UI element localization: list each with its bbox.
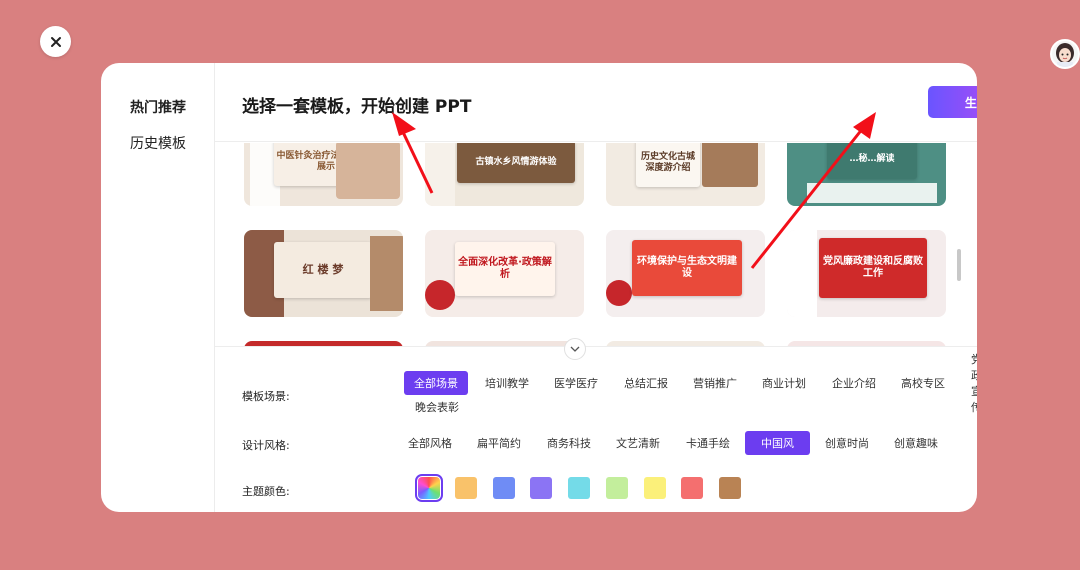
scene-chip[interactable]: 培训教学	[475, 371, 539, 395]
scene-chip[interactable]: 商业计划	[752, 371, 816, 395]
sidebar-item-label: 历史模板	[130, 136, 186, 152]
template-modal: 热门推荐 历史模板 选择一套模板，开始创建 PPT 生成PPT 中医针灸治疗法及…	[101, 63, 977, 512]
sidebar: 热门推荐 历史模板	[101, 63, 215, 512]
close-icon	[50, 36, 61, 47]
style-chip[interactable]: 商务科技	[537, 431, 601, 455]
template-caption: 全面深化改革·政策解析	[455, 242, 555, 296]
grid-scrollbar[interactable]	[957, 249, 961, 281]
template-caption: 古镇水乡风情游体验	[457, 143, 575, 183]
template-card[interactable]: 党风廉政建设和反腐败工作	[787, 230, 946, 317]
scene-chip[interactable]: 党政宣传	[961, 353, 977, 414]
avatar-icon	[1052, 41, 1078, 67]
template-card[interactable]: 环境保护与生态文明建设	[606, 230, 765, 317]
scene-chip[interactable]: 医学医疗	[544, 371, 608, 395]
color-swatch[interactable]	[530, 477, 552, 499]
template-caption: …秘…解读	[827, 143, 917, 179]
avatar[interactable]	[1050, 39, 1080, 69]
scene-chip[interactable]: 企业介绍	[822, 371, 886, 395]
scene-filter-label: 模板场景:	[242, 390, 290, 403]
color-swatch[interactable]	[719, 477, 741, 499]
sidebar-item-label: 热门推荐	[130, 100, 186, 116]
template-card[interactable]	[787, 341, 946, 346]
color-swatch[interactable]	[568, 477, 590, 499]
template-card[interactable]: 全面深化改革·政策解析	[425, 230, 584, 317]
style-chip[interactable]: 文艺清新	[606, 431, 670, 455]
scene-chip[interactable]: 营销推广	[683, 371, 747, 395]
template-grid[interactable]: 中医针灸治疗法及其疗效展示 古镇水乡风情游体验 历史文化古城深度游介绍 …秘…解…	[215, 143, 977, 347]
style-chip[interactable]: 扁平简约	[467, 431, 531, 455]
template-card[interactable]: 古镇水乡风情游体验	[425, 143, 584, 206]
template-card[interactable]: 红 楼 梦	[244, 230, 403, 317]
sidebar-item-hot[interactable]: 热门推荐	[101, 97, 215, 117]
expand-toggle-button[interactable]	[564, 338, 586, 360]
sidebar-item-history[interactable]: 历史模板	[101, 133, 215, 153]
template-card[interactable]: 中医针灸治疗法及其疗效展示	[244, 143, 403, 206]
scene-chip[interactable]: 总结汇报	[614, 371, 678, 395]
template-caption: 环境保护与生态文明建设	[632, 240, 742, 296]
color-filter-label: 主题颜色:	[242, 485, 290, 498]
color-swatch[interactable]	[644, 477, 666, 499]
style-chip[interactable]: 创意时尚	[815, 431, 879, 455]
scene-chip[interactable]: 全部场景	[404, 371, 468, 395]
scene-chip[interactable]: 晚会表彰	[405, 395, 469, 419]
template-caption: 党风廉政建设和反腐败工作	[819, 238, 927, 298]
page-title: 选择一套模板，开始创建 PPT	[242, 97, 472, 117]
template-card[interactable]	[425, 341, 584, 346]
template-caption: 历史文化古城深度游介绍	[636, 143, 700, 187]
main-panel: 选择一套模板，开始创建 PPT 生成PPT 中医针灸治疗法及其疗效展示 古镇水乡…	[215, 63, 977, 512]
template-card[interactable]: …秘…解读	[787, 143, 946, 206]
color-swatch[interactable]	[606, 477, 628, 499]
chevron-down-icon	[570, 346, 580, 352]
style-chip[interactable]: 创意趣味	[884, 431, 948, 455]
color-swatch[interactable]	[681, 477, 703, 499]
template-card[interactable]	[606, 341, 765, 346]
style-chip[interactable]: 中国风	[745, 431, 810, 455]
close-button[interactable]	[40, 26, 71, 57]
style-chip[interactable]: 卡通手绘	[676, 431, 740, 455]
scene-chip[interactable]: 高校专区	[891, 371, 955, 395]
color-swatch[interactable]	[455, 477, 477, 499]
template-card[interactable]	[244, 341, 403, 346]
template-caption: 红 楼 梦	[274, 242, 372, 298]
color-swatch-rainbow[interactable]	[415, 474, 443, 502]
color-swatch[interactable]	[493, 477, 515, 499]
header: 选择一套模板，开始创建 PPT 生成PPT	[215, 63, 977, 142]
generate-ppt-button[interactable]: 生成PPT	[928, 86, 977, 118]
style-chip[interactable]: 全部风格	[398, 431, 462, 455]
style-filter-label: 设计风格:	[242, 439, 290, 452]
template-card[interactable]: 历史文化古城深度游介绍	[606, 143, 765, 206]
